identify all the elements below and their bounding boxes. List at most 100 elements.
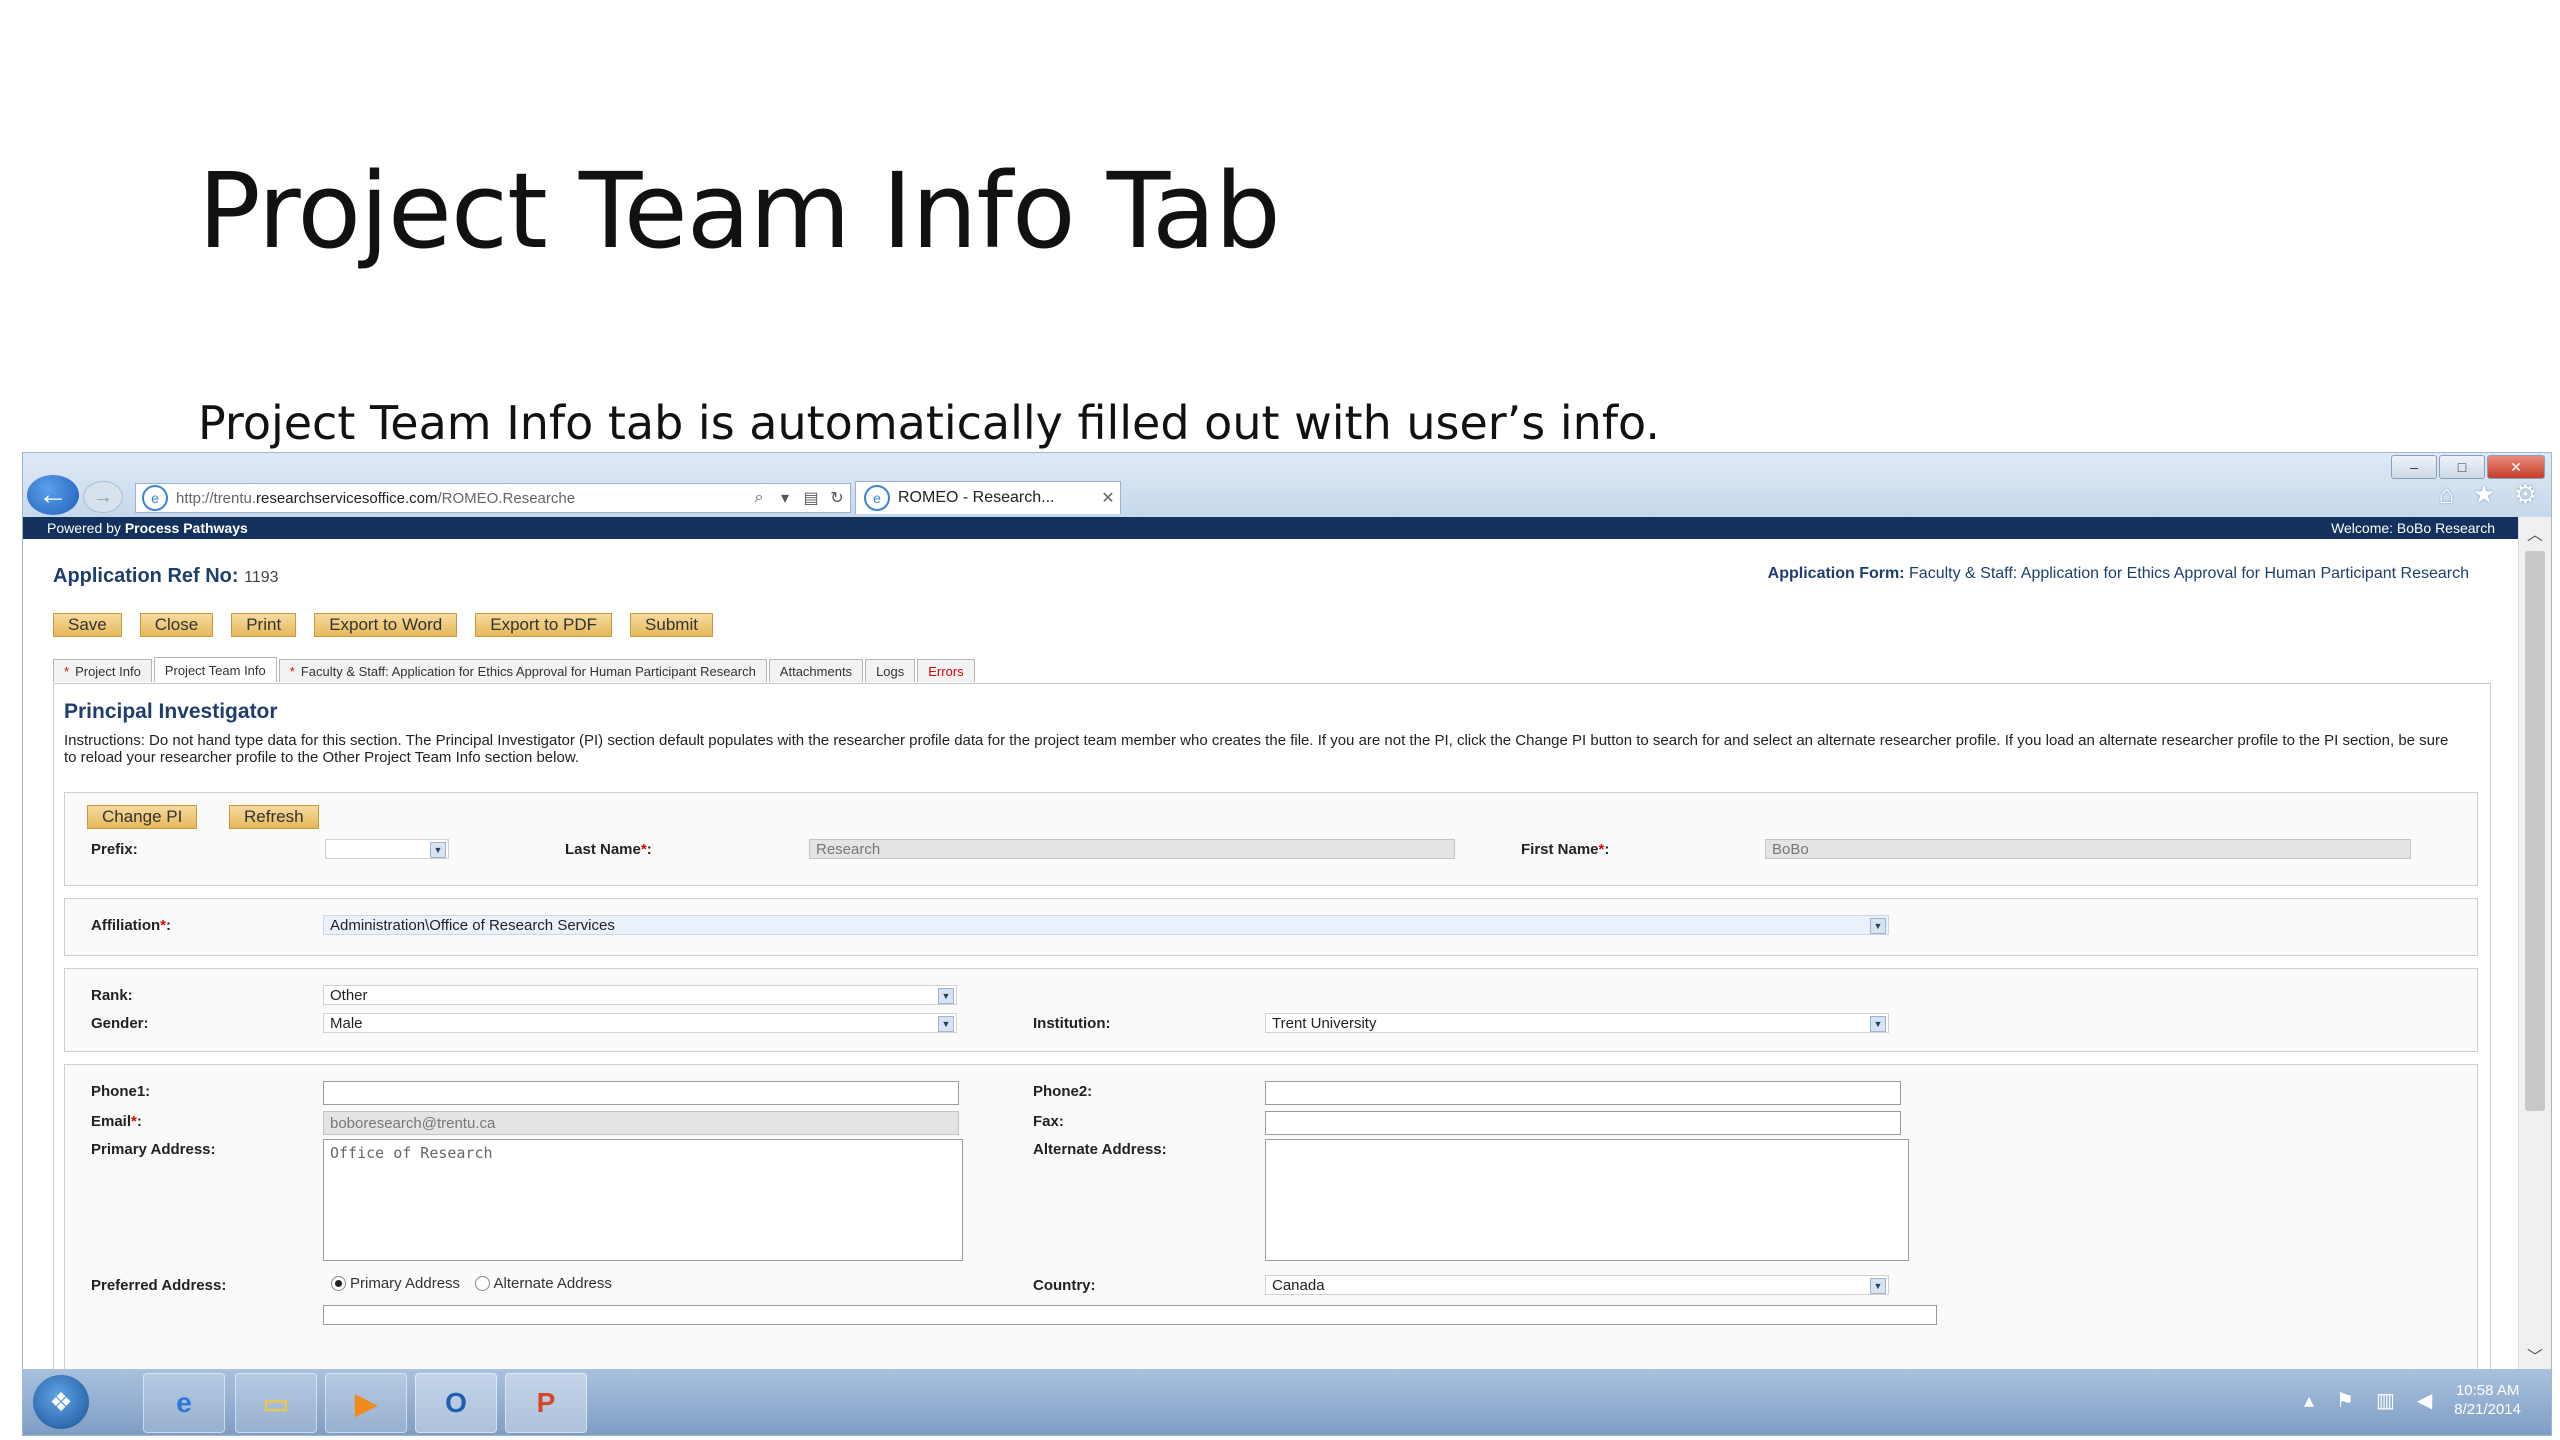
close-icon[interactable]: ✕ bbox=[2487, 455, 2545, 479]
phone2-label: Phone2: bbox=[1033, 1083, 1093, 1100]
vertical-scrollbar[interactable]: ︿ ﹀ bbox=[2518, 517, 2551, 1369]
preferred-address-label: Preferred Address: bbox=[91, 1277, 227, 1294]
instructions-text: Instructions: Do not hand type data for … bbox=[64, 732, 2449, 766]
phone2-field[interactable] bbox=[1265, 1081, 1901, 1105]
search-icon[interactable]: ⌕ bbox=[746, 489, 772, 507]
phone1-field[interactable] bbox=[323, 1081, 959, 1105]
submit-button[interactable]: Submit bbox=[630, 613, 713, 637]
slide-subtitle: Project Team Info tab is automatically f… bbox=[198, 396, 1660, 450]
tab-errors[interactable]: Errors bbox=[917, 659, 975, 682]
print-button[interactable]: Print bbox=[231, 613, 297, 637]
browser-toolbar-icons: ⌂ ★ ⚙ bbox=[2439, 479, 2537, 510]
action-toolbar: Save Close Print Export to Word Export t… bbox=[53, 613, 713, 637]
clock-date: 8/21/2014 bbox=[2454, 1401, 2521, 1418]
email-field[interactable]: boboresearch@trentu.ca bbox=[323, 1111, 959, 1135]
rank-select[interactable]: Other ▼ bbox=[323, 985, 957, 1005]
maximize-icon[interactable]: □ bbox=[2439, 455, 2485, 479]
outlook-icon[interactable]: O bbox=[415, 1373, 497, 1433]
windows-taskbar: ❖ e ▭ ▶ O P ▴ ⚑ ▥ ◀ 10:58 AM 8/21/2014 bbox=[23, 1369, 2551, 1435]
save-button[interactable]: Save bbox=[53, 613, 122, 637]
contact-section: Phone1: Phone2: Email*: boboresearch@tre… bbox=[64, 1064, 2478, 1384]
country-select[interactable]: Canada ▼ bbox=[1265, 1275, 1889, 1295]
institution-label: Institution: bbox=[1033, 1015, 1111, 1032]
alternate-address-radio[interactable] bbox=[474, 1276, 490, 1292]
application-form-title: Application Form: Faculty & Staff: Appli… bbox=[1767, 565, 2469, 582]
tab-close-icon[interactable]: ✕ bbox=[1096, 488, 1120, 508]
settings-gear-icon[interactable]: ⚙ bbox=[2514, 479, 2537, 510]
dropdown-arrow-icon[interactable]: ▾ bbox=[772, 488, 798, 508]
ie-logo-icon: e bbox=[142, 485, 168, 511]
chevron-down-icon: ▼ bbox=[430, 842, 446, 858]
browser-screenshot: – □ ✕ ← → e http://trentu.researchservic… bbox=[22, 452, 2552, 1436]
address-bar[interactable]: e http://trentu.researchservicesoffice.c… bbox=[135, 483, 851, 513]
prefix-select[interactable]: ▼ bbox=[325, 839, 449, 859]
country-label: Country: bbox=[1033, 1277, 1096, 1294]
email-label: Email*: bbox=[91, 1113, 142, 1130]
clock-time: 10:58 AM bbox=[2455, 1382, 2520, 1399]
export-to-word-button[interactable]: Export to Word bbox=[314, 613, 458, 637]
powered-by-bar: Powered by Process Pathways Welcome: BoB… bbox=[23, 517, 2519, 539]
internet-explorer-icon[interactable]: e bbox=[143, 1373, 225, 1433]
tab-faculty-staff-application[interactable]: * Faculty & Staff: Application for Ethics… bbox=[278, 659, 767, 682]
change-pi-button[interactable]: Change PI bbox=[87, 805, 198, 829]
chevron-down-icon: ▼ bbox=[938, 988, 954, 1004]
compatibility-icon[interactable]: ▤ bbox=[798, 488, 824, 508]
back-arrow-icon[interactable]: ← bbox=[27, 475, 79, 515]
pi-name-section: Change PI Refresh Prefix: ▼ Last Name*: … bbox=[64, 792, 2478, 886]
volume-icon[interactable]: ◀ bbox=[2417, 1388, 2432, 1413]
project-team-info-panel: Principal Investigator Instructions: Do … bbox=[53, 683, 2491, 1384]
favorites-star-icon[interactable]: ★ bbox=[2472, 479, 2495, 510]
tab-project-team-info[interactable]: Project Team Info bbox=[153, 657, 277, 682]
flag-icon[interactable]: ⚑ bbox=[2336, 1388, 2354, 1413]
home-icon[interactable]: ⌂ bbox=[2439, 479, 2455, 510]
affiliation-select[interactable]: Administration\Office of Research Servic… bbox=[323, 915, 1889, 935]
browser-tab-title: ROMEO - Research... bbox=[898, 489, 1055, 506]
powerpoint-icon[interactable]: P bbox=[505, 1373, 587, 1433]
refresh-button[interactable]: Refresh bbox=[229, 805, 319, 829]
welcome-text: Welcome: BoBo Research bbox=[2331, 520, 2495, 536]
first-name-field[interactable]: BoBo bbox=[1765, 839, 2411, 859]
minimize-icon[interactable]: – bbox=[2391, 455, 2437, 479]
close-button[interactable]: Close bbox=[139, 613, 214, 637]
powered-by-text: Powered by Process Pathways bbox=[47, 520, 248, 536]
tab-project-info[interactable]: * Project Info bbox=[53, 659, 152, 682]
institution-select[interactable]: Trent University ▼ bbox=[1265, 1013, 1889, 1033]
tab-logs[interactable]: Logs bbox=[865, 659, 916, 682]
primary-address-radio[interactable] bbox=[331, 1276, 346, 1292]
scroll-down-icon[interactable]: ﹀ bbox=[2519, 1343, 2551, 1366]
tab-attachments[interactable]: Attachments bbox=[768, 659, 864, 682]
slide-title: Project Team Info Tab bbox=[198, 150, 1281, 272]
chevron-down-icon: ▼ bbox=[1870, 1278, 1886, 1294]
alternate-address-textarea[interactable] bbox=[1265, 1139, 1909, 1261]
browser-tab[interactable]: e ROMEO - Research... ✕ bbox=[855, 481, 1121, 514]
primary-address-textarea[interactable]: Office of Research bbox=[323, 1139, 963, 1261]
export-to-pdf-button[interactable]: Export to PDF bbox=[475, 613, 613, 637]
scroll-up-icon[interactable]: ︿ bbox=[2519, 521, 2551, 544]
media-player-icon[interactable]: ▶ bbox=[325, 1373, 407, 1433]
gender-select[interactable]: Male ▼ bbox=[323, 1013, 957, 1033]
network-icon[interactable]: ▥ bbox=[2376, 1388, 2395, 1413]
forward-arrow-icon[interactable]: → bbox=[83, 481, 123, 513]
scroll-thumb[interactable] bbox=[2525, 551, 2545, 1111]
next-row-field[interactable] bbox=[323, 1305, 1937, 1325]
fax-label: Fax: bbox=[1033, 1113, 1064, 1130]
last-name-field[interactable]: Research bbox=[809, 839, 1455, 859]
principal-investigator-heading: Principal Investigator bbox=[64, 700, 278, 723]
rank-gender-section: Rank: Other ▼ Gender: Male ▼ Institution: … bbox=[64, 968, 2478, 1052]
first-name-label: First Name*: bbox=[1521, 841, 1610, 858]
alternate-address-label: Alternate Address: bbox=[1033, 1141, 1167, 1158]
application-ref: Application Ref No: 1193 bbox=[53, 565, 279, 587]
fax-field[interactable] bbox=[1265, 1111, 1901, 1135]
clock[interactable]: 10:58 AM 8/21/2014 bbox=[2454, 1381, 2521, 1419]
refresh-icon[interactable]: ↻ bbox=[824, 488, 850, 508]
start-button-icon[interactable]: ❖ bbox=[33, 1375, 89, 1429]
alternate-address-radio-label: Alternate Address bbox=[493, 1275, 612, 1293]
prefix-label: Prefix: bbox=[91, 841, 138, 858]
file-explorer-icon[interactable]: ▭ bbox=[235, 1373, 317, 1433]
gender-label: Gender: bbox=[91, 1015, 149, 1032]
primary-address-radio-label: Primary Address bbox=[350, 1275, 461, 1293]
chevron-down-icon: ▼ bbox=[1870, 1016, 1886, 1032]
show-hidden-icons-icon[interactable]: ▴ bbox=[2304, 1388, 2314, 1413]
phone1-label: Phone1: bbox=[91, 1083, 151, 1100]
primary-address-label: Primary Address: bbox=[91, 1141, 216, 1158]
